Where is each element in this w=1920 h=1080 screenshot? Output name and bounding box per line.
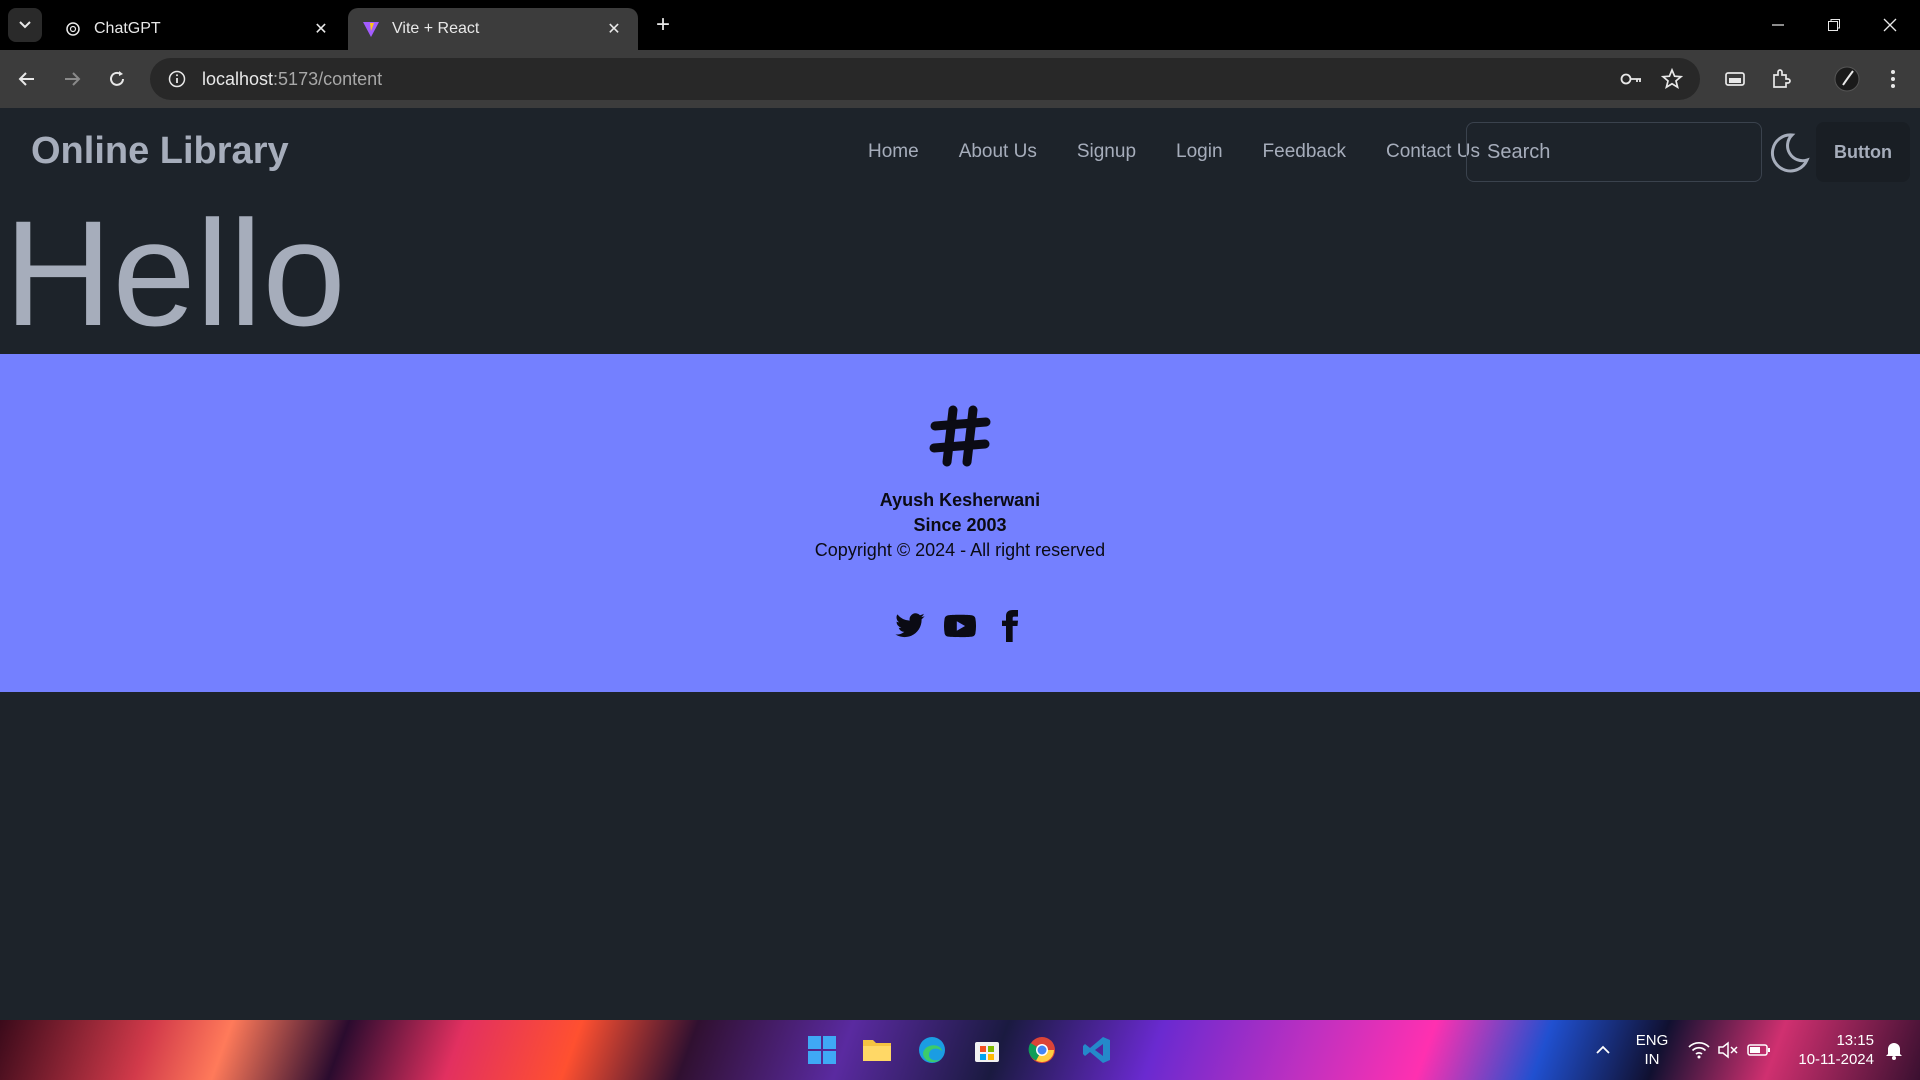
author-name: Ayush Kesherwani [879, 490, 1041, 510]
url-path: :5173/content [273, 68, 383, 89]
author-since: Since 2003 [913, 515, 1007, 535]
restore-button[interactable] [1806, 0, 1862, 50]
forward-button[interactable] [55, 62, 89, 96]
close-window-button[interactable] [1862, 0, 1918, 50]
nav-links: Home About Us Signup Login Feedback Cont… [868, 141, 1520, 163]
minimize-button[interactable] [1750, 0, 1806, 50]
bookmark-star-icon[interactable] [1656, 63, 1688, 95]
chevron-down-icon [19, 21, 31, 29]
reload-button[interactable] [100, 62, 134, 96]
reload-icon [110, 71, 124, 86]
show-hidden-icons-button[interactable] [1588, 1020, 1618, 1080]
moon-icon [1770, 133, 1810, 173]
edge-browser-icon[interactable] [914, 1032, 950, 1068]
web-page: Online Library Home About Us Signup Logi… [0, 108, 1920, 1020]
search-box [1466, 122, 1762, 182]
tab-search-button[interactable] [8, 8, 42, 42]
tab-vite-react[interactable]: Vite + React ✕ [348, 8, 638, 50]
page-heading: Hello [4, 189, 346, 357]
nav-link-signup[interactable]: Signup [1077, 141, 1136, 163]
volume-muted-icon[interactable] [1714, 1020, 1742, 1080]
nav-link-home[interactable]: Home [868, 141, 919, 163]
address-bar[interactable]: localhost:5173/content [150, 58, 1700, 100]
tab-title: Vite + React [392, 20, 480, 37]
facebook-icon[interactable] [994, 610, 1026, 642]
nav-link-feedback[interactable]: Feedback [1263, 141, 1346, 163]
chatgpt-icon [64, 20, 82, 38]
clock-time: 13:15 [1836, 1032, 1874, 1049]
browser-toolbar: localhost:5173/content [0, 50, 1920, 108]
site-info-icon[interactable] [166, 68, 188, 90]
site-brand[interactable]: Online Library [31, 130, 289, 173]
language-indicator[interactable]: ENG IN [1630, 1020, 1674, 1080]
cast-icon[interactable] [1718, 62, 1752, 96]
minimize-icon [1772, 24, 1784, 26]
close-icon[interactable]: ✕ [311, 19, 331, 39]
password-key-icon[interactable] [1616, 63, 1648, 95]
hashtag-logo-icon [928, 404, 992, 468]
tab-title: ChatGPT [94, 20, 161, 37]
url-text: localhost:5173/content [202, 69, 382, 90]
primary-button[interactable]: Button [1816, 122, 1910, 182]
notification-bell-icon[interactable] [1876, 1020, 1912, 1080]
tab-chatgpt[interactable]: ChatGPT ✕ [50, 8, 345, 50]
clock-date: 10-11-2024 [1798, 1051, 1874, 1068]
close-icon [1883, 18, 1897, 32]
extensions-icon[interactable] [1764, 62, 1798, 96]
theme-toggle[interactable] [1766, 130, 1812, 176]
footer-author: Ayush Kesherwani Since 2003 [0, 488, 1920, 538]
back-button[interactable] [10, 62, 44, 96]
site-navbar: Online Library Home About Us Signup Logi… [0, 108, 1920, 198]
chrome-icon[interactable] [1024, 1032, 1060, 1068]
file-explorer-icon[interactable] [859, 1032, 895, 1068]
search-input[interactable] [1487, 140, 1752, 164]
nav-link-about-us[interactable]: About Us [959, 141, 1037, 163]
microsoft-store-icon[interactable] [969, 1032, 1005, 1068]
youtube-icon[interactable] [943, 610, 977, 642]
vite-icon [362, 20, 380, 38]
wifi-icon[interactable] [1684, 1020, 1714, 1080]
close-icon[interactable]: ✕ [604, 19, 624, 39]
battery-icon[interactable] [1744, 1020, 1774, 1080]
vscode-icon[interactable] [1079, 1032, 1115, 1068]
profile-avatar-icon[interactable] [1830, 62, 1864, 96]
kebab-menu-icon[interactable] [1876, 62, 1910, 96]
browser-tab-bar: ChatGPT ✕ Vite + React ✕ + [0, 0, 1920, 50]
twitter-icon[interactable] [894, 610, 926, 642]
copyright-text: Copyright © 2024 - All right reserved [814, 540, 1106, 560]
lang-top: ENG [1635, 1032, 1669, 1049]
restore-icon [1828, 19, 1840, 31]
chevron-up-icon [1596, 1045, 1610, 1054]
arrow-right-icon [65, 72, 81, 86]
nav-link-login[interactable]: Login [1176, 141, 1223, 163]
footer: Ayush Kesherwani Since 2003 Copyright © … [0, 354, 1920, 692]
lang-bottom: IN [1644, 1051, 1660, 1068]
windows-taskbar: ENG IN 13:15 10-11-2024 [0, 1020, 1920, 1080]
url-host: localhost [202, 68, 274, 89]
clock[interactable]: 13:15 10-11-2024 [1784, 1020, 1874, 1080]
windows-start-icon[interactable] [804, 1032, 840, 1068]
new-tab-button[interactable]: + [648, 10, 678, 40]
social-links [0, 610, 1920, 642]
arrow-left-icon [18, 72, 34, 86]
